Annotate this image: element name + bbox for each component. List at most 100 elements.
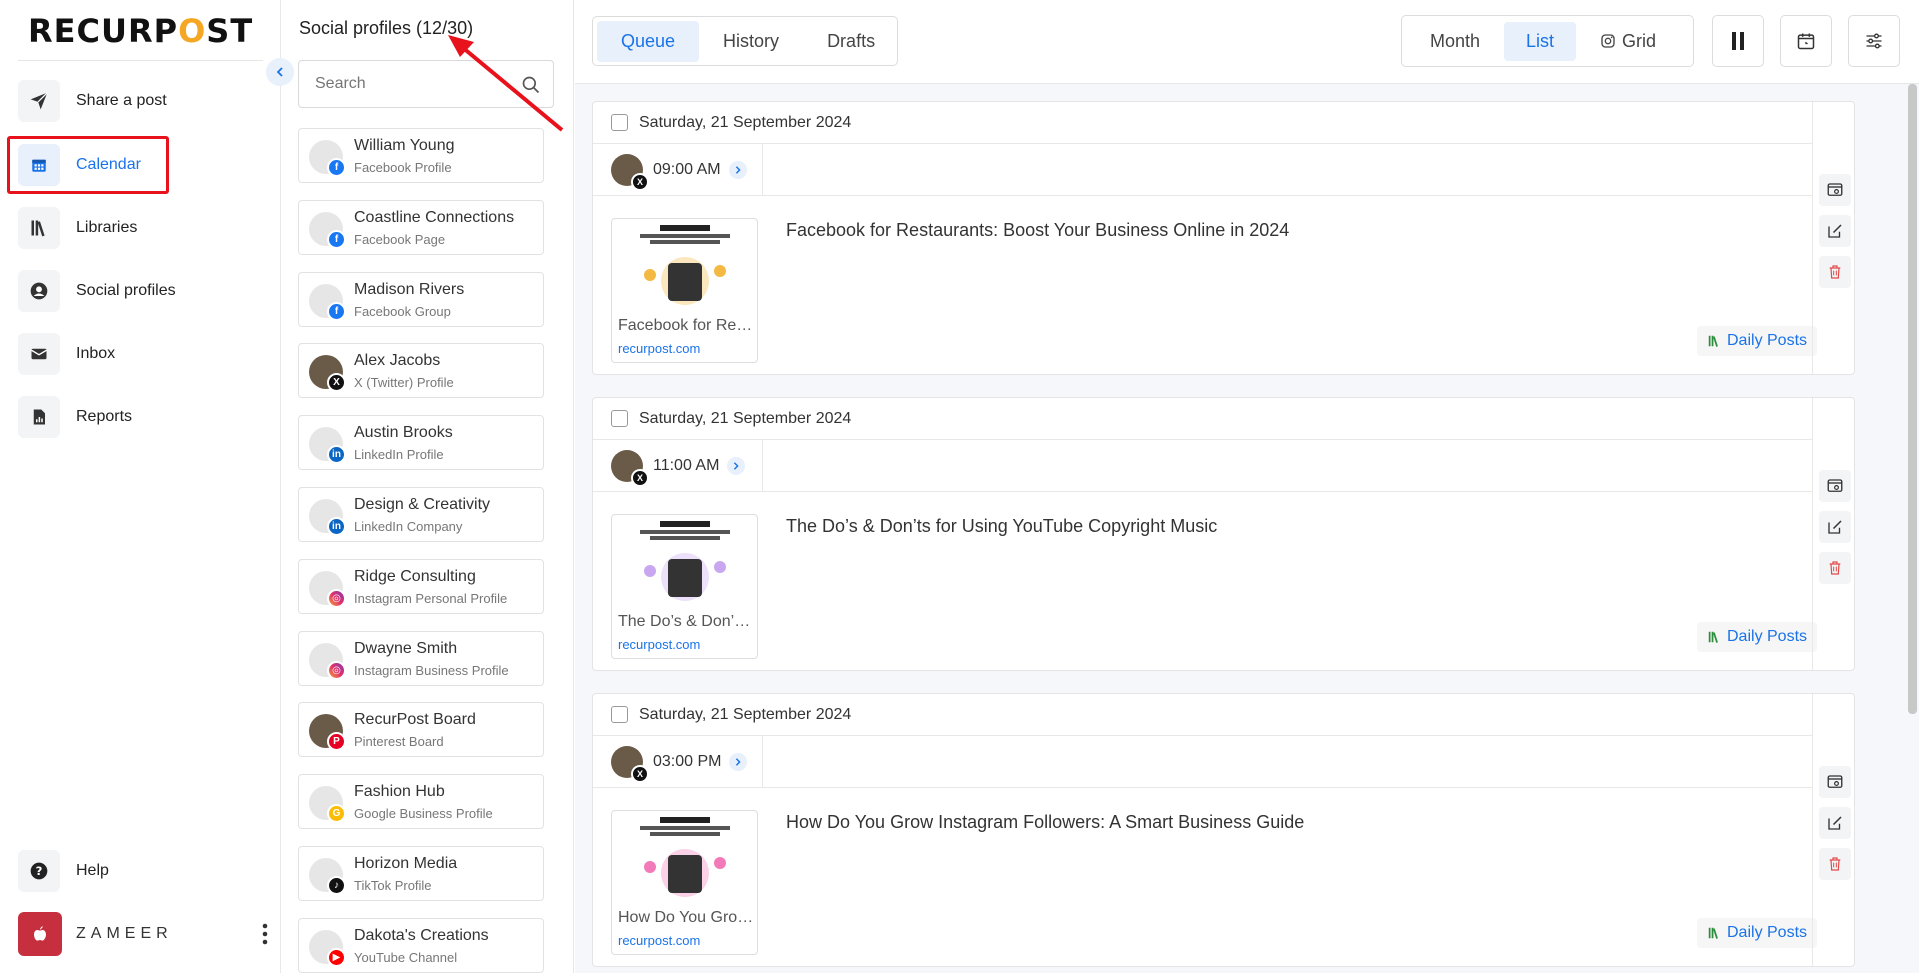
- calendar-settings-button[interactable]: [1780, 15, 1832, 67]
- profile-card[interactable]: in Design & Creativity LinkedIn Company: [298, 487, 544, 542]
- library-badge[interactable]: Daily Posts: [1697, 622, 1818, 652]
- profile-card[interactable]: ◎ Dwayne Smith Instagram Business Profil…: [298, 630, 544, 686]
- sidebar-item-share-a-post[interactable]: Share a post: [18, 77, 258, 125]
- chevron-right-icon[interactable]: [728, 161, 747, 179]
- library-name: Daily Posts: [1727, 628, 1808, 645]
- pause-button[interactable]: [1712, 15, 1764, 67]
- profile-type: Google Business Profile: [354, 806, 493, 822]
- main-content: Queue History Drafts Month List Grid Sat…: [575, 0, 1919, 973]
- library-name: Daily Posts: [1727, 332, 1808, 349]
- post-date-row: Saturday, 21 September 2024: [593, 102, 1812, 144]
- profile-card[interactable]: G Fashion Hub Google Business Profile: [298, 774, 544, 830]
- profile-card[interactable]: in Austin Brooks LinkedIn Profile: [298, 415, 544, 471]
- tab-queue[interactable]: Queue: [597, 20, 700, 62]
- sidebar-item-inbox[interactable]: Inbox: [18, 330, 258, 378]
- link-preview[interactable]: The Do’s & Don’ts for Using YouTube Copy…: [611, 514, 758, 659]
- delete-post-button[interactable]: [1819, 256, 1851, 288]
- post-date-row: Saturday, 21 September 2024: [593, 694, 1812, 736]
- post-card: Saturday, 21 September 2024 X 09:00 AM F…: [592, 101, 1855, 375]
- calendar-highlight-box: [7, 136, 169, 194]
- profile-card[interactable]: P RecurPost Board Pinterest Board: [298, 702, 544, 758]
- profile-name: Coastline Connections: [354, 208, 515, 226]
- trash-icon: [1829, 265, 1841, 279]
- profile-name: Dwayne Smith: [354, 639, 458, 657]
- preview-image: [620, 223, 750, 315]
- view-grid[interactable]: Grid: [1576, 22, 1680, 61]
- profile-card[interactable]: f Madison Rivers Facebook Group: [298, 271, 544, 327]
- chevron-right-icon[interactable]: [727, 457, 746, 475]
- edit-icon: [1828, 520, 1842, 534]
- logo-divider: [18, 60, 263, 61]
- preview-domain: recurpost.com: [618, 637, 701, 652]
- view-list[interactable]: List: [1504, 21, 1577, 61]
- profile-card[interactable]: ▶ Dakota's Creations YouTube Channel: [298, 917, 544, 973]
- help-label: Help: [76, 862, 109, 879]
- select-post-checkbox[interactable]: [611, 410, 628, 427]
- profile-card[interactable]: X Alex Jacobs X (Twitter) Profile: [298, 343, 544, 399]
- preview-title: The Do’s & Don’ts for Using YouTube Copy…: [618, 613, 754, 630]
- x-icon: X: [327, 373, 346, 393]
- collapse-sidebar-button[interactable]: [266, 58, 294, 86]
- post-actions: [1812, 398, 1856, 670]
- post-card: Saturday, 21 September 2024 X 03:00 PM H…: [592, 693, 1855, 967]
- preview-icon: [1827, 775, 1843, 788]
- preview-post-button[interactable]: [1819, 174, 1851, 206]
- library-badge[interactable]: Daily Posts: [1697, 918, 1818, 948]
- preview-domain: recurpost.com: [618, 933, 701, 948]
- post-time-row: X 03:00 PM: [593, 736, 1812, 788]
- tab-drafts[interactable]: Drafts: [803, 21, 899, 62]
- link-preview[interactable]: Facebook for Restaurants: Boost Your Bus…: [611, 218, 758, 363]
- delete-post-button[interactable]: [1819, 848, 1851, 880]
- post-title: Facebook for Restaurants: Boost Your Bus…: [786, 220, 1290, 240]
- sidebar-item-help[interactable]: ? Help: [18, 847, 258, 895]
- post-time-cell[interactable]: X 11:00 AM: [593, 440, 763, 492]
- library-icon: [18, 207, 60, 249]
- select-post-checkbox[interactable]: [611, 706, 628, 723]
- link-preview[interactable]: How Do You Grow Instagram Followers: A S…: [611, 810, 758, 955]
- preview-icon: [1827, 183, 1843, 196]
- profile-card[interactable]: f Coastline Connections Facebook Page: [298, 199, 544, 255]
- edit-post-button[interactable]: [1819, 215, 1851, 247]
- library-name: Daily Posts: [1727, 924, 1808, 941]
- filter-settings-button[interactable]: [1848, 15, 1900, 67]
- user-name: ZAMEER: [76, 925, 173, 942]
- profile-type: X (Twitter) Profile: [354, 375, 454, 391]
- edit-post-button[interactable]: [1819, 807, 1851, 839]
- profile-type: Facebook Profile: [354, 160, 452, 175]
- profile-card[interactable]: ♪ Horizon Media TikTok Profile: [298, 846, 544, 901]
- profile-name: RecurPost Board: [354, 711, 476, 729]
- profile-name: Madison Rivers: [354, 280, 465, 298]
- preview-post-button[interactable]: [1819, 470, 1851, 502]
- avatar: X: [611, 154, 649, 191]
- sidebar-item-social-profiles[interactable]: Social profiles: [18, 267, 258, 315]
- edit-post-button[interactable]: [1819, 511, 1851, 543]
- kebab-menu-icon[interactable]: [262, 923, 268, 945]
- recurpost-logo[interactable]: RECURPOST: [28, 12, 253, 50]
- post-date: Saturday, 21 September 2024: [639, 409, 852, 427]
- profile-card[interactable]: ◎ Ridge Consulting Instagram Personal Pr…: [298, 558, 544, 614]
- envelope-icon: [18, 333, 60, 375]
- preview-post-button[interactable]: [1819, 766, 1851, 798]
- user-menu[interactable]: ZAMEER: [18, 911, 268, 957]
- view-month[interactable]: Month: [1406, 22, 1504, 61]
- library-badge[interactable]: Daily Posts: [1697, 326, 1818, 356]
- x-icon: X: [631, 469, 649, 487]
- sidebar-item-reports[interactable]: Reports: [18, 393, 258, 441]
- delete-post-button[interactable]: [1819, 552, 1851, 584]
- post-actions: [1812, 694, 1856, 966]
- main-scrollbar[interactable]: [1908, 84, 1917, 714]
- annotation-arrow: [448, 35, 564, 132]
- sidebar-item-label: Social profiles: [76, 282, 176, 299]
- edit-icon: [1828, 224, 1842, 238]
- tiktok-icon: ♪: [327, 876, 346, 895]
- profile-name: Alex Jacobs: [354, 352, 441, 370]
- post-time-cell[interactable]: X 03:00 PM: [593, 736, 763, 788]
- post-time-cell[interactable]: X 09:00 AM: [593, 144, 763, 196]
- preview-icon: [1827, 479, 1843, 492]
- post-time: 09:00 AM: [653, 161, 721, 178]
- select-post-checkbox[interactable]: [611, 114, 628, 131]
- sidebar-item-libraries[interactable]: Libraries: [18, 204, 258, 252]
- profile-type: Facebook Page: [354, 231, 446, 247]
- chevron-right-icon[interactable]: [729, 753, 748, 771]
- tab-history[interactable]: History: [699, 21, 803, 62]
